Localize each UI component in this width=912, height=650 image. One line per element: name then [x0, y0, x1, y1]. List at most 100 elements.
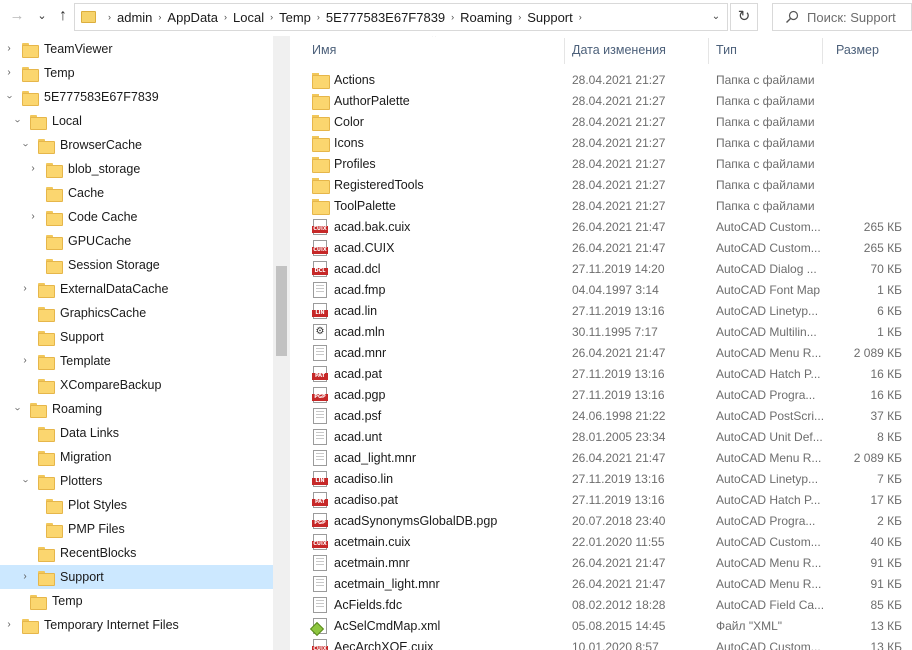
breadcrumb-separator-chevron-icon[interactable]: ›: [573, 12, 588, 22]
breadcrumb-item[interactable]: Temp: [279, 10, 311, 25]
file-row[interactable]: AcFields.fdc 08.02.2012 18:28 AutoCAD Fiel…: [300, 594, 912, 615]
breadcrumb-item[interactable]: Local: [233, 10, 264, 25]
folder-row[interactable]: Icons 28.04.2021 21:27 Папка с файлами: [300, 132, 912, 153]
breadcrumb-separator-chevron-icon[interactable]: ›: [218, 12, 233, 22]
tree-item[interactable]: › Code Cache: [0, 205, 273, 229]
recent-locations-chevron-icon[interactable]: ⌄: [31, 4, 53, 28]
file-row[interactable]: acad_light.mnr 26.04.2021 21:47 AutoCAD Me…: [300, 447, 912, 468]
scrollbar-thumb[interactable]: [276, 266, 287, 356]
file-row[interactable]: AcSelCmdMap.xml 05.08.2015 14:45 Файл "XML…: [300, 615, 912, 636]
file-row[interactable]: CUIX acad.bak.cuix 26.04.2021 21:47 AutoCAD…: [300, 216, 912, 237]
tree-item[interactable]: ›Data Links: [0, 421, 273, 445]
tree-item[interactable]: › Plotters: [0, 469, 273, 493]
name-cell[interactable]: LIN acad.lin: [306, 300, 568, 321]
tree-item[interactable]: ›Support: [0, 565, 273, 589]
name-cell[interactable]: acetmain.mnr: [306, 552, 568, 573]
tree-item[interactable]: › 5E777583E67F7839: [0, 85, 273, 109]
column-divider[interactable]: [822, 38, 823, 64]
file-row[interactable]: DCL acad.dcl 27.11.2019 14:20 AutoCAD Dialo…: [300, 258, 912, 279]
column-header-size[interactable]: Размер: [830, 36, 910, 66]
file-row[interactable]: PAT acadiso.pat 27.11.2019 13:16 AutoCAD Ha…: [300, 489, 912, 510]
file-row[interactable]: PAT acad.pat 27.11.2019 13:16 AutoCAD Hatch…: [300, 363, 912, 384]
expand-chevron-down-icon[interactable]: ›: [2, 92, 16, 102]
file-row[interactable]: CUIX acad.CUIX 26.04.2021 21:47 AutoCAD Cus…: [300, 237, 912, 258]
tree-item[interactable]: › ExternalDataCache: [0, 277, 273, 301]
name-cell[interactable]: CUIX acetmain.cuix: [306, 531, 568, 552]
expand-chevron-down-icon[interactable]: ›: [18, 140, 32, 150]
file-row[interactable]: acetmain_light.mnr 26.04.2021 21:47 AutoCA…: [300, 573, 912, 594]
breadcrumb-separator-chevron-icon[interactable]: ›: [512, 12, 527, 22]
name-cell[interactable]: PAT acadiso.pat: [306, 489, 568, 510]
tree-item[interactable]: › Temp: [0, 61, 273, 85]
navigation-scrollbar[interactable]: [273, 36, 290, 650]
name-cell[interactable]: AcSelCmdMap.xml: [306, 615, 568, 636]
name-cell[interactable]: RegisteredTools: [306, 174, 568, 195]
name-cell[interactable]: AuthorPalette: [306, 90, 568, 111]
breadcrumb-item[interactable]: Roaming: [460, 10, 512, 25]
tree-item[interactable]: › BrowserCache: [0, 133, 273, 157]
tree-item[interactable]: › Local: [0, 109, 273, 133]
expand-chevron-down-icon[interactable]: ›: [10, 116, 24, 126]
expand-chevron-down-icon[interactable]: ›: [18, 476, 32, 486]
breadcrumb-separator-chevron-icon[interactable]: ›: [102, 12, 117, 22]
name-cell[interactable]: acetmain_light.mnr: [306, 573, 568, 594]
column-divider[interactable]: [564, 38, 565, 64]
name-cell[interactable]: PAT acad.pat: [306, 363, 568, 384]
name-cell[interactable]: acad_light.mnr: [306, 447, 568, 468]
name-cell[interactable]: acad.mnr: [306, 342, 568, 363]
name-cell[interactable]: Icons: [306, 132, 568, 153]
file-row[interactable]: acad.mnr 26.04.2021 21:47 AutoCAD Menu R..…: [300, 342, 912, 363]
search-placeholder[interactable]: Поиск: Support: [807, 10, 896, 25]
file-row[interactable]: CUIX acetmain.cuix 22.01.2020 11:55 AutoCAD…: [300, 531, 912, 552]
breadcrumb-item[interactable]: admin: [117, 10, 152, 25]
folder-row[interactable]: Profiles 28.04.2021 21:27 Папка с файлами: [300, 153, 912, 174]
breadcrumb-separator-chevron-icon[interactable]: ›: [445, 12, 460, 22]
tree-item[interactable]: › TeamViewer: [0, 37, 273, 61]
file-row[interactable]: ⚙ acad.mln 30.11.1995 7:17 AutoCAD Multilin…: [300, 321, 912, 342]
expand-chevron-right-icon[interactable]: ›: [4, 618, 14, 632]
file-row[interactable]: acad.unt 28.01.2005 23:34 AutoCAD Unit Def…: [300, 426, 912, 447]
tree-item[interactable]: ›GraphicsCache: [0, 301, 273, 325]
tree-item[interactable]: › Template: [0, 349, 273, 373]
breadcrumb-separator-chevron-icon[interactable]: ›: [152, 12, 167, 22]
name-cell[interactable]: PGP acad.pgp: [306, 384, 568, 405]
folder-row[interactable]: Color 28.04.2021 21:27 Папка с файлами: [300, 111, 912, 132]
file-row[interactable]: acad.psf 24.06.1998 21:22 AutoCAD PostScri…: [300, 405, 912, 426]
breadcrumb-separator-chevron-icon[interactable]: ›: [311, 12, 326, 22]
expand-chevron-down-icon[interactable]: ›: [10, 404, 24, 414]
name-cell[interactable]: PGP acadSynonymsGlobalDB.pgp: [306, 510, 568, 531]
tree-item[interactable]: › Roaming: [0, 397, 273, 421]
name-cell[interactable]: acad.unt: [306, 426, 568, 447]
name-cell[interactable]: DCL acad.dcl: [306, 258, 568, 279]
name-cell[interactable]: ToolPalette: [306, 195, 568, 216]
tree-item[interactable]: ›Cache: [0, 181, 273, 205]
tree-item[interactable]: ›PMP Files: [0, 517, 273, 541]
file-row[interactable]: PGP acadSynonymsGlobalDB.pgp 20.07.2018 23…: [300, 510, 912, 531]
back-arrow-icon[interactable]: →: [6, 4, 28, 28]
folder-row[interactable]: ToolPalette 28.04.2021 21:27 Папка с файла…: [300, 195, 912, 216]
tree-item[interactable]: ›Session Storage: [0, 253, 273, 277]
tree-item[interactable]: › blob_storage: [0, 157, 273, 181]
file-row[interactable]: acad.fmp 04.04.1997 3:14 AutoCAD Font Map 1…: [300, 279, 912, 300]
address-history-dropdown-icon[interactable]: ⌄: [705, 4, 727, 30]
breadcrumb-item[interactable]: AppData: [167, 10, 218, 25]
refresh-icon[interactable]: ↻: [730, 3, 758, 31]
name-cell[interactable]: CUIX AecArchXOE.cuix: [306, 636, 568, 650]
file-row[interactable]: acetmain.mnr 26.04.2021 21:47 AutoCAD Menu…: [300, 552, 912, 573]
name-cell[interactable]: AcFields.fdc: [306, 594, 568, 615]
expand-chevron-right-icon[interactable]: ›: [28, 210, 38, 224]
breadcrumb-separator-chevron-icon[interactable]: ›: [264, 12, 279, 22]
tree-item[interactable]: ›Support: [0, 325, 273, 349]
folder-row[interactable]: RegisteredTools 28.04.2021 21:27 Папка с ф…: [300, 174, 912, 195]
address-bar[interactable]: › admin › AppData › Local › Temp › 5E777583E67F78…: [74, 3, 728, 31]
file-row[interactable]: LIN acad.lin 27.11.2019 13:16 AutoCAD Linet…: [300, 300, 912, 321]
name-cell[interactable]: ⚙ acad.mln: [306, 321, 568, 342]
expand-chevron-right-icon[interactable]: ›: [28, 162, 38, 176]
breadcrumb-item[interactable]: 5E777583E67F7839: [326, 10, 445, 25]
name-cell[interactable]: CUIX acad.CUIX: [306, 237, 568, 258]
column-header-name[interactable]: Имя: [306, 36, 566, 66]
name-cell[interactable]: Actions: [306, 69, 568, 90]
expand-chevron-right-icon[interactable]: ›: [20, 354, 30, 368]
search-box[interactable]: Поиск: Support: [772, 3, 912, 31]
file-row[interactable]: CUIX AecArchXOE.cuix 10.01.2020 8:57 AutoCA…: [300, 636, 912, 650]
